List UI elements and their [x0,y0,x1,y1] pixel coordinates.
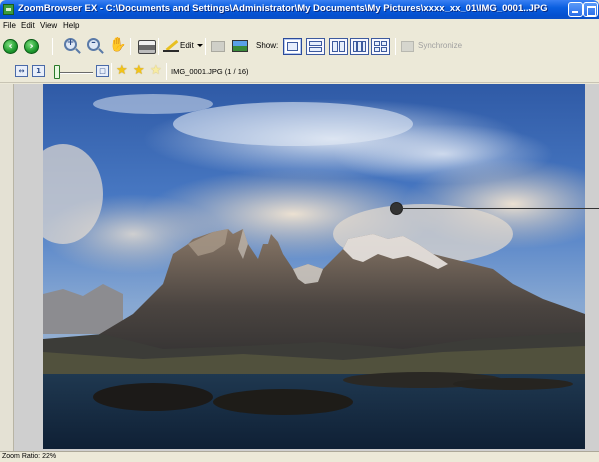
edit-button[interactable]: Edit [180,41,194,50]
synchronize-button[interactable]: Synchronize [418,41,462,50]
pane-right-icon [339,41,345,52]
pane-q1-icon [374,41,380,46]
hand-tool-icon[interactable]: ✋ [109,37,126,56]
view-single-button[interactable] [283,38,302,55]
fit-to-window-icon[interactable]: ↔ [15,65,28,77]
image-viewer[interactable] [0,84,599,451]
toolbar-separator [395,38,396,55]
toolbar-separator [130,38,131,55]
disabled-image-icon[interactable] [211,41,225,52]
single-pane-icon [287,42,298,51]
minimize-button[interactable] [568,2,583,17]
main-toolbar: ‹ › + – ✋ Edit Show: Synchronize [0,33,599,60]
view-four-panes-button[interactable] [371,38,390,55]
app-icon [3,4,14,15]
zoom-ratio-text: Zoom Ratio: 22% [2,453,57,460]
zoom-in-icon[interactable]: + [64,38,77,51]
zoom-slider-thumb[interactable] [54,65,60,79]
toolbar-separator [158,38,159,55]
landscape-image-icon[interactable] [232,40,248,52]
toolbar-separator [52,38,53,55]
synchronize-icon[interactable] [401,41,414,52]
view-split-horizontal-button[interactable] [306,38,325,55]
toolbar-separator [205,38,206,55]
menu-view[interactable]: View [40,21,57,30]
pane-q4-icon [381,47,387,52]
forward-arrow-icon[interactable]: › [24,39,39,54]
zoom-out-icon[interactable]: – [87,38,100,51]
pane-col3-icon [362,41,366,52]
edit-dropdown-icon[interactable] [197,44,203,47]
status-bar: Zoom Ratio: 22% [0,451,599,462]
menu-bar: File Edit View Help [0,19,599,33]
zoom-slider-track[interactable] [59,72,93,74]
image-toolbar: ↔ 1 □ ★ ★ ★ IMG_0001.JPG (1 / 16) [0,60,599,83]
landscape-photo [43,84,585,449]
maximize-button[interactable] [583,2,598,17]
photo-image[interactable] [43,84,585,449]
window-title: ZoomBrowser EX - C:\Documents and Settin… [18,3,548,14]
view-three-columns-button[interactable] [350,38,369,55]
pane-top-icon [309,41,322,46]
menu-help[interactable]: Help [63,21,79,30]
zoom-window-icon[interactable]: □ [96,65,109,77]
menu-file[interactable]: File [3,21,16,30]
view-split-vertical-button[interactable] [329,38,348,55]
actual-size-icon[interactable]: 1 [32,65,45,77]
pane-left-icon [332,41,338,52]
title-bar[interactable]: ZoomBrowser EX - C:\Documents and Settin… [0,0,599,19]
printer-icon[interactable] [138,40,156,54]
callout-line [401,208,599,209]
viewer-left-strip [0,84,14,451]
menu-edit[interactable]: Edit [21,21,35,30]
pane-bottom-icon [309,47,322,52]
back-arrow-icon[interactable]: ‹ [3,39,18,54]
file-info: IMG_0001.JPG (1 / 16) [171,67,249,76]
pane-q3-icon [374,47,380,52]
edit-pencil-icon[interactable] [163,39,179,53]
rating-star-1-icon[interactable]: ★ [116,64,128,78]
toolbar-separator [166,63,167,80]
pane-q2-icon [381,41,387,46]
toolbar-separator [111,63,112,80]
show-label: Show: [256,41,279,50]
app-window: ZoomBrowser EX - C:\Documents and Settin… [0,0,599,462]
rating-star-3-icon[interactable]: ★ [150,64,162,78]
rating-star-2-icon[interactable]: ★ [133,64,145,78]
